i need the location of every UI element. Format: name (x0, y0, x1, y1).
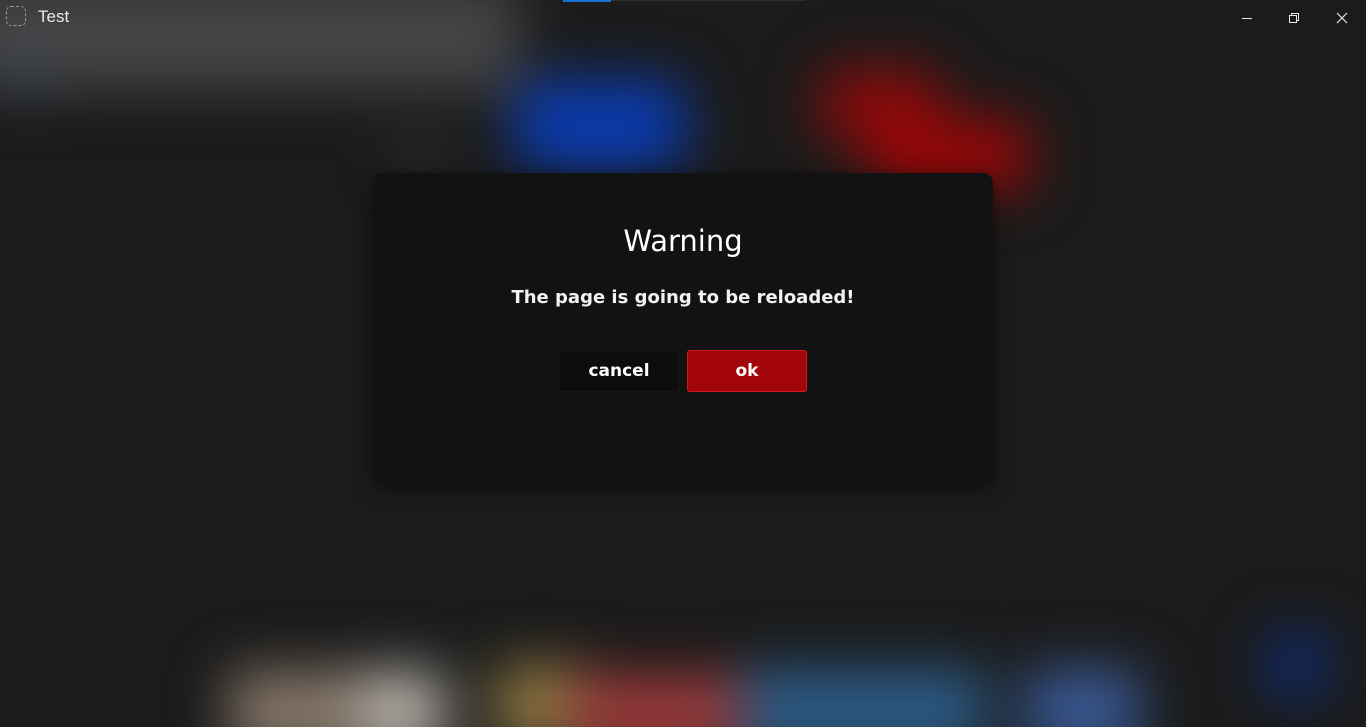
title-bar[interactable]: Test (0, 0, 1366, 36)
minimize-icon (1242, 18, 1252, 19)
app-window: Test Warning The page is going to be rel… (0, 0, 1366, 727)
ok-button[interactable]: ok (687, 350, 807, 392)
blurred-thumbnail (230, 672, 445, 727)
restore-button[interactable] (1271, 0, 1317, 36)
dialog-title: Warning (623, 224, 743, 258)
blurred-red-shape (820, 70, 940, 140)
dialog-message: The page is going to be reloaded! (511, 287, 855, 308)
warning-dialog: Warning The page is going to be reloaded… (373, 173, 993, 482)
blurred-label (395, 140, 445, 165)
tab-indicator-track (611, 0, 806, 1)
close-icon (1336, 12, 1348, 24)
window-title: Test (38, 7, 70, 26)
dashed-square-icon (6, 6, 26, 26)
blurred-thumbnail (495, 665, 585, 727)
blurred-thumbnail (1025, 670, 1140, 727)
blurred-thumbnail (570, 675, 740, 727)
blurred-blue-button (515, 80, 685, 170)
blurred-floating-button (1262, 630, 1332, 700)
blurred-thumbnail (740, 670, 985, 727)
restore-icon (1289, 13, 1299, 23)
blurred-avatar (10, 55, 50, 95)
blurred-thumbnail (360, 672, 445, 727)
minimize-button[interactable] (1224, 0, 1270, 36)
tab-indicator (563, 0, 611, 2)
close-button[interactable] (1319, 0, 1365, 36)
cancel-button[interactable]: cancel (559, 350, 679, 392)
